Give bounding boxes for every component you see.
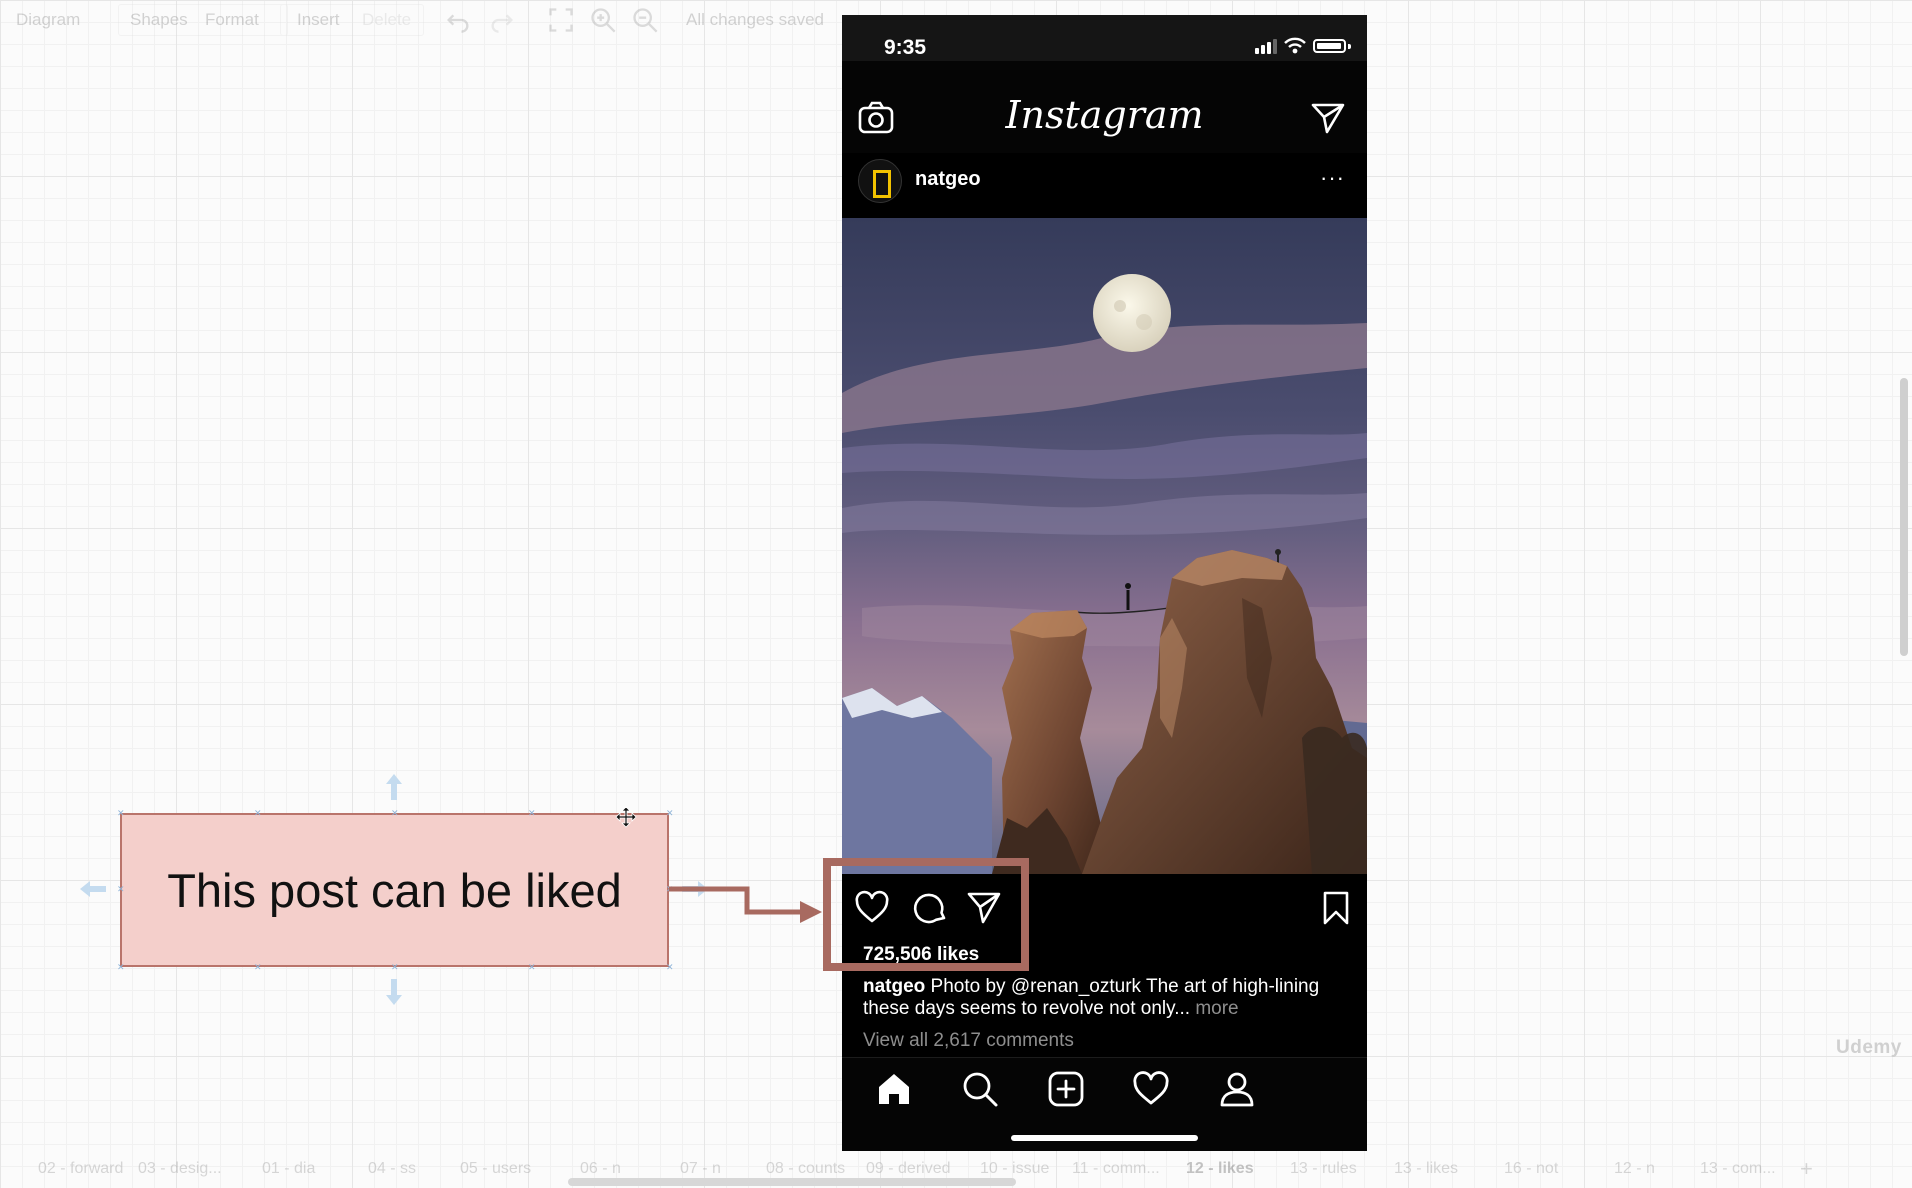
menu-delete[interactable]: Delete — [362, 10, 411, 30]
caption-more-link[interactable]: more — [1190, 998, 1238, 1019]
fullscreen-icon[interactable] — [547, 6, 575, 34]
post-caption: natgeo Photo by @renan_ozturk The art of… — [863, 976, 1323, 1020]
direct-message-icon[interactable] — [1310, 101, 1346, 135]
menu-diagram[interactable]: Diagram — [16, 10, 80, 30]
search-icon[interactable] — [961, 1070, 999, 1108]
page-tab[interactable]: 04 - ss — [368, 1160, 416, 1178]
battery-tip — [1348, 44, 1351, 49]
resize-handle[interactable]: ✕ — [666, 885, 674, 894]
page-tab[interactable]: 06 - n — [580, 1160, 621, 1178]
add-page-icon[interactable]: + — [1800, 1156, 1813, 1182]
page-tab[interactable]: 13 - com... — [1700, 1160, 1776, 1178]
home-icon[interactable] — [875, 1070, 913, 1108]
resize-handle[interactable]: ✕ — [391, 963, 399, 972]
resize-handle[interactable]: ✕ — [254, 809, 262, 818]
resize-handle[interactable]: ✕ — [254, 963, 262, 972]
note-box[interactable]: This post can be liked — [120, 813, 669, 967]
resize-handle[interactable]: ✕ — [666, 963, 674, 972]
note-text: This post can be liked — [167, 863, 622, 917]
page-tab[interactable]: 13 - rules — [1290, 1160, 1357, 1178]
post-header: natgeo ··· — [842, 153, 1367, 217]
view-comments-link[interactable]: View all 2,617 comments — [863, 1030, 1074, 1052]
page-tab[interactable]: 16 - not — [1504, 1160, 1558, 1178]
page-tab[interactable]: 01 - dia — [262, 1160, 315, 1178]
resize-handle[interactable]: ✕ — [528, 963, 536, 972]
signal-bar — [1267, 42, 1271, 54]
connect-left-arrow-icon[interactable] — [78, 879, 108, 899]
instagram-top-nav: Instagram — [842, 61, 1367, 153]
watermark: Udemy — [1836, 1037, 1902, 1058]
connect-down-arrow-icon[interactable] — [384, 977, 404, 1007]
connect-right-arrow-icon[interactable] — [680, 879, 710, 899]
caption-text: Photo by @renan_ozturk The art of high-l… — [863, 976, 1320, 1019]
save-status: All changes saved — [686, 10, 824, 29]
redo-icon[interactable] — [488, 6, 516, 34]
moon — [1093, 274, 1171, 352]
menu-insert[interactable]: Insert — [297, 10, 340, 30]
status-bar: 9:35 — [842, 15, 1367, 61]
page-tab[interactable]: 05 - users — [460, 1160, 531, 1178]
zoom-out-icon[interactable] — [631, 6, 659, 34]
bookmark-icon[interactable] — [1318, 890, 1354, 926]
editor-toolbar: Diagram Shapes Format Insert Delete All … — [0, 0, 860, 40]
avatar[interactable] — [858, 159, 902, 203]
page-tab[interactable]: 10 - issue — [980, 1160, 1049, 1178]
resize-handle[interactable]: ✕ — [528, 809, 536, 818]
signal-bar — [1255, 48, 1259, 54]
post-photo[interactable] — [842, 218, 1367, 874]
signal-bar — [1273, 39, 1277, 54]
page-tab[interactable]: 07 - n — [680, 1160, 721, 1178]
page-tab[interactable]: 03 - desig... — [138, 1160, 222, 1178]
zoom-in-icon[interactable] — [589, 6, 617, 34]
connect-up-arrow-icon[interactable] — [384, 772, 404, 802]
page-tab[interactable]: 02 - forward — [38, 1160, 123, 1178]
phone-mockup: 9:35 Instagram natgeo ··· 725,506 likes … — [842, 15, 1367, 1151]
app-logo: Instagram — [1005, 93, 1204, 137]
move-cursor-icon — [615, 806, 637, 828]
page-tab[interactable]: 13 - likes — [1394, 1160, 1458, 1178]
profile-icon[interactable] — [1218, 1070, 1256, 1108]
signal-bar — [1261, 45, 1265, 54]
page-tab[interactable]: 12 - likes — [1186, 1160, 1254, 1178]
page-tab[interactable]: 09 - derived — [866, 1160, 951, 1178]
undo-icon[interactable] — [444, 6, 472, 34]
resize-handle[interactable]: ✕ — [391, 809, 399, 818]
vertical-scrollbar[interactable] — [1900, 378, 1908, 656]
resize-handle[interactable]: ✕ — [117, 963, 125, 972]
highlight-box[interactable] — [823, 858, 1029, 971]
home-indicator — [1011, 1135, 1198, 1141]
post-username[interactable]: natgeo — [915, 168, 981, 191]
horizontal-scrollbar[interactable] — [568, 1178, 1016, 1186]
photo-scene — [842, 274, 1367, 874]
menu-format[interactable]: Format — [205, 10, 259, 30]
more-options-icon[interactable]: ··· — [1320, 165, 1345, 191]
battery-icon — [1313, 39, 1346, 53]
resize-handle[interactable]: ✕ — [117, 809, 125, 818]
wifi-icon — [1284, 37, 1306, 54]
resize-handle[interactable]: ✕ — [117, 885, 125, 894]
page-tab[interactable]: 11 - comm... — [1072, 1160, 1160, 1178]
status-time: 9:35 — [884, 36, 927, 59]
resize-handle[interactable]: ✕ — [666, 809, 674, 818]
page-tab[interactable]: 08 - counts — [766, 1160, 845, 1178]
page-tab[interactable]: 12 - n — [1614, 1160, 1655, 1178]
activity-heart-icon[interactable] — [1132, 1070, 1170, 1108]
menu-shapes[interactable]: Shapes — [130, 10, 188, 30]
new-post-icon[interactable] — [1047, 1070, 1085, 1108]
caption-username[interactable]: natgeo — [863, 976, 925, 997]
